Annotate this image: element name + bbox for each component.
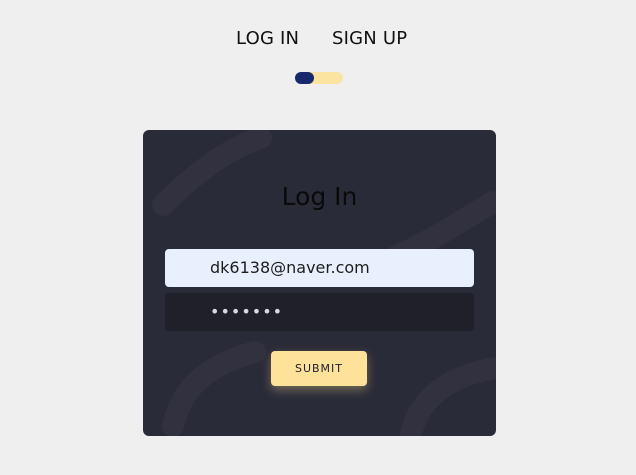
login-title: Log In xyxy=(281,182,358,211)
toggle-knob xyxy=(295,72,314,84)
login-card: Log In dk6138@naver.com ••••••• SUBMIT xyxy=(143,130,496,436)
auth-tab-bar: LOG IN SIGN UP xyxy=(0,28,636,54)
submit-button[interactable]: SUBMIT xyxy=(271,351,367,386)
tab-sign-up[interactable]: SIGN UP xyxy=(332,28,407,49)
login-signup-toggle[interactable] xyxy=(295,72,343,84)
password-field[interactable]: ••••••• xyxy=(165,293,474,331)
tab-log-in[interactable]: LOG IN xyxy=(236,28,299,49)
email-field[interactable]: dk6138@naver.com xyxy=(165,249,474,287)
